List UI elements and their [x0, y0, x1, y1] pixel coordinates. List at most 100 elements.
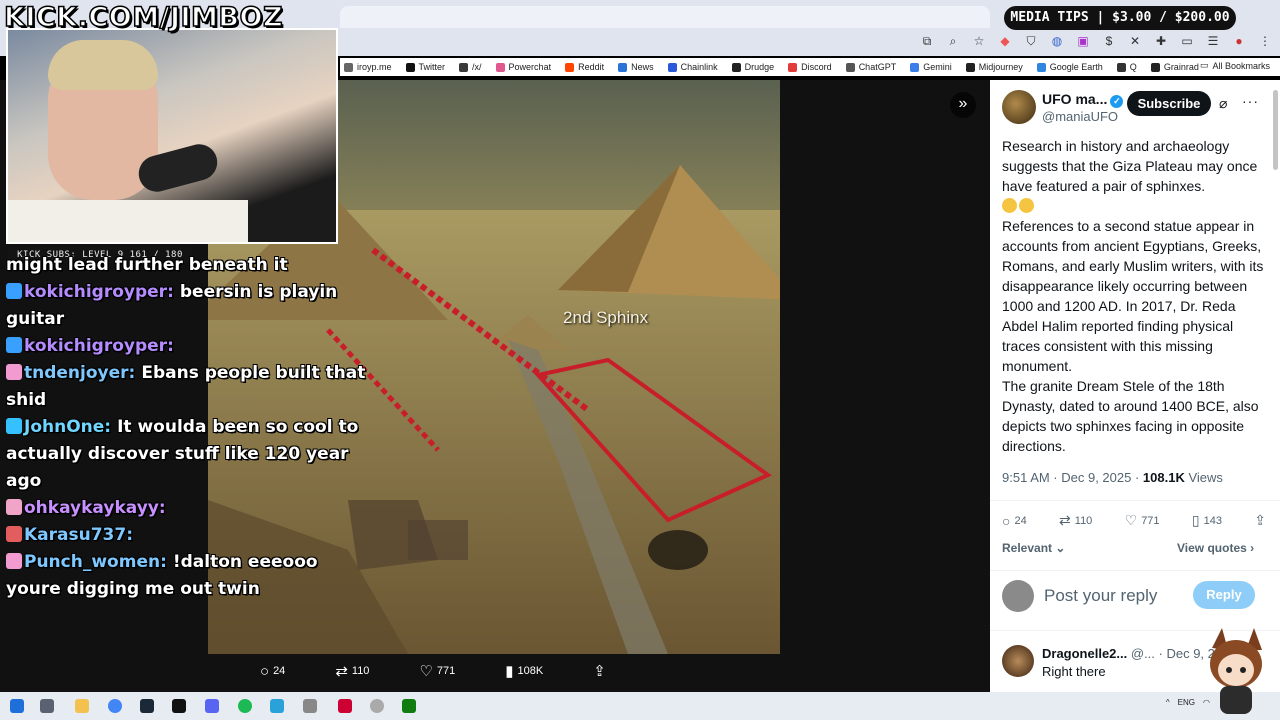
shield-icon[interactable]: ⛉	[1024, 34, 1038, 48]
all-bookmarks[interactable]: ▭ All Bookmarks	[1200, 60, 1270, 71]
chat-username[interactable]: JohnOne:	[24, 417, 111, 437]
bookmark-icon: ▯	[1191, 512, 1200, 528]
list-icon[interactable]: ☰	[1206, 34, 1220, 48]
more-icon[interactable]: ···	[1242, 93, 1259, 109]
stream-chat: might lead further beneath it kokichigroy…	[6, 252, 366, 603]
tray-chevron-icon[interactable]: ^	[1166, 698, 1170, 707]
bookmark-item[interactable]: Midjourney	[965, 62, 1023, 72]
like-button[interactable]: ♡ 771	[1125, 512, 1160, 529]
puzzle-icon[interactable]: ✚	[1154, 34, 1168, 48]
bookmark-button[interactable]: ▯ 143	[1192, 512, 1222, 529]
chat-username[interactable]: ohkaykaykayy:	[24, 498, 166, 518]
expand-arrows-icon[interactable]: »	[950, 92, 976, 118]
bookmarks-bar: iroyp.me Twitter/x/Powerchat Reddit News Cha…	[340, 58, 1280, 76]
bookmark-item[interactable]: Drudge	[731, 62, 774, 72]
telegram-icon[interactable]	[270, 699, 284, 713]
language-indicator[interactable]: ENG	[1178, 698, 1195, 707]
sort-dropdown[interactable]: Relevant ⌄	[1002, 541, 1065, 555]
bookmark-favicon-icon	[788, 62, 798, 72]
tweet-paragraph: Research in history and archaeology sugg…	[1002, 136, 1264, 216]
chat-text: might lead further beneath it	[6, 255, 288, 275]
start-icon[interactable]	[10, 699, 24, 713]
author-avatar[interactable]	[1002, 90, 1036, 124]
bookmark-item[interactable]: Twitter	[405, 62, 445, 72]
scrollbar[interactable]	[1273, 90, 1278, 170]
bookmark-item[interactable]: Reddit	[565, 62, 604, 72]
chat-username[interactable]: Punch_women:	[24, 552, 167, 572]
bookmark-item[interactable]: Chainlink	[667, 62, 718, 72]
media-repost-button[interactable]: ⇄ 110	[335, 662, 369, 680]
chrome-icon[interactable]	[108, 699, 122, 713]
app-icon[interactable]	[303, 699, 317, 713]
extension-icon[interactable]: ◆	[998, 34, 1012, 48]
bookmark-item[interactable]: /x/	[459, 62, 482, 72]
author-handle[interactable]: @maniaUFO	[1042, 109, 1118, 124]
reply-button[interactable]: ○ 24	[1002, 512, 1027, 529]
extension-icon[interactable]: $	[1102, 34, 1116, 48]
commenter-name[interactable]: Dragonelle2... @... · Dec 9, 2	[1042, 646, 1215, 661]
app-icon[interactable]	[370, 699, 384, 713]
spotify-icon[interactable]	[238, 699, 252, 713]
menu-icon[interactable]: ⋮	[1258, 34, 1272, 48]
streamer-webcam	[6, 28, 338, 244]
task-view-icon[interactable]	[40, 699, 54, 713]
author-name[interactable]: UFO ma... ✓	[1042, 91, 1124, 108]
repost-button[interactable]: ⇄ 110	[1059, 512, 1092, 529]
bookmark-star-icon[interactable]: ☆	[972, 34, 986, 48]
bookmark-item[interactable]: Grainrad	[1150, 62, 1199, 72]
tweet-paragraph: References to a second statue appear in …	[1002, 218, 1264, 374]
bookmark-favicon-icon	[910, 62, 920, 72]
tweet-action-bar: ○ 24 ⇄ 110 ♡ 771 ▯ 143 ⇪	[1002, 512, 1266, 529]
bookmark-favicon-icon	[459, 62, 469, 72]
zoom-icon[interactable]: ⌕	[946, 34, 960, 48]
verified-icon: ✓	[1110, 95, 1124, 108]
chevron-right-icon: ›	[1250, 541, 1255, 555]
grok-icon[interactable]: ⌀	[1219, 95, 1227, 112]
bookmark-item[interactable]: Gemini	[910, 62, 952, 72]
app-icon[interactable]	[338, 699, 352, 713]
media-views-button[interactable]: ▮ 108K	[505, 662, 543, 680]
bookmark-item[interactable]: Discord	[788, 62, 832, 72]
reply-submit-button[interactable]: Reply	[1193, 581, 1255, 609]
bookmark-item[interactable]: Google Earth	[1036, 62, 1103, 72]
xbox-icon[interactable]	[402, 699, 416, 713]
steam-icon[interactable]	[140, 699, 154, 713]
bookmark-item[interactable]: iroyp.me	[344, 62, 392, 72]
bookmark-favicon-icon	[845, 62, 855, 72]
chat-username[interactable]: Karasu737:	[24, 525, 133, 545]
file-explorer-icon[interactable]	[75, 699, 89, 713]
discord-icon[interactable]	[205, 699, 219, 713]
bookmark-item[interactable]: Powerchat	[495, 62, 551, 72]
chat-message: tndenjoyer: Ebans people built that shid	[6, 360, 366, 414]
chat-username[interactable]: kokichigroyper:	[24, 336, 174, 356]
x-icon[interactable]: ✕	[1128, 34, 1142, 48]
user-avatar[interactable]	[1002, 580, 1034, 612]
terminal-icon[interactable]	[172, 699, 186, 713]
chat-username[interactable]: kokichigroyper:	[24, 282, 174, 302]
media-icon[interactable]: ▭	[1180, 34, 1194, 48]
tweet-paragraph: The granite Dream Stele of the 18th Dyna…	[1002, 378, 1259, 454]
install-icon[interactable]: ⧉	[920, 34, 934, 48]
bookmark-item[interactable]: ChatGPT	[845, 62, 896, 72]
chat-username[interactable]: tndenjoyer:	[24, 363, 135, 383]
share-button[interactable]: ⇪	[1254, 512, 1266, 529]
media-reply-button[interactable]: ○ 24	[260, 662, 285, 680]
bookmark-item[interactable]: News	[618, 62, 654, 72]
commenter-avatar[interactable]	[1002, 645, 1034, 677]
view-quotes-link[interactable]: View quotes ›	[1177, 541, 1254, 555]
media-like-button[interactable]: ♡ 771	[419, 662, 455, 680]
tweet-timestamp: 9:51 AM · Dec 9, 2025 · 108.1K Views	[1002, 470, 1223, 485]
bookmark-item[interactable]: Q	[1116, 62, 1137, 72]
chat-badge-icon	[6, 526, 22, 542]
extension-icon[interactable]: ▣	[1076, 34, 1090, 48]
subscribe-button[interactable]: Subscribe	[1127, 91, 1211, 116]
media-share-button[interactable]: ⇪	[593, 662, 606, 680]
channel-banner: KICK.COM/JIMBOZ	[3, 1, 284, 34]
profile-icon[interactable]: ●	[1232, 34, 1246, 48]
tab-strip[interactable]	[340, 6, 990, 28]
monocle-emoji-icon	[1002, 198, 1017, 213]
tweet-detail-panel: UFO ma... ✓ @maniaUFO Subscribe ⌀ ··· Res…	[990, 80, 1280, 692]
chat-badge-icon	[6, 364, 22, 380]
extension-icon[interactable]: ◍	[1050, 34, 1064, 48]
reply-input[interactable]: Post your reply	[1044, 586, 1157, 606]
